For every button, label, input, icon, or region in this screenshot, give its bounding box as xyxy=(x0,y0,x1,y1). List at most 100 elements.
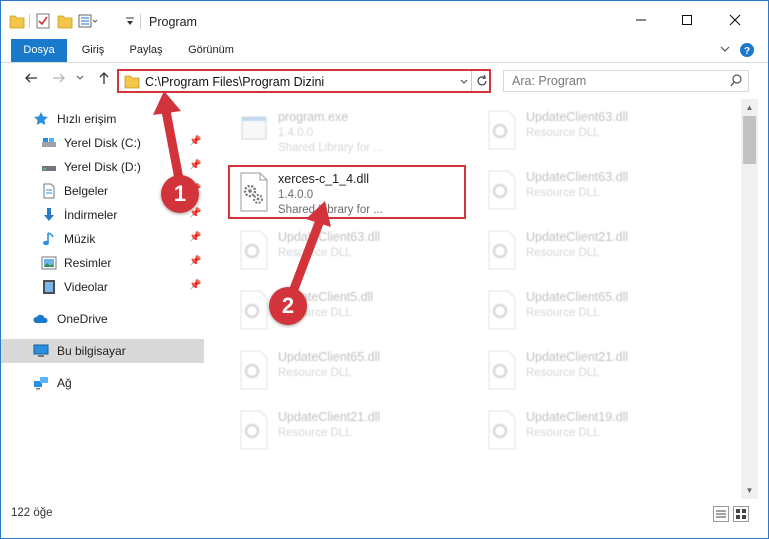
nav-item-videos[interactable]: Videolar 📌 xyxy=(1,275,204,299)
expand-ribbon-icon[interactable] xyxy=(719,43,731,57)
file-item[interactable]: UpdateClient63.dll Resource DLL xyxy=(230,225,468,279)
file-type: Resource DLL xyxy=(526,367,600,379)
file-item[interactable]: UpdateClient63.dll Resource DLL xyxy=(478,105,716,159)
nav-item-label: Resimler xyxy=(64,256,112,270)
new-folder-icon[interactable] xyxy=(57,12,73,30)
title-separator xyxy=(140,14,141,29)
ribbon: Dosya Giriş Paylaş Görünüm ? xyxy=(1,39,768,63)
address-dropdown[interactable] xyxy=(457,73,471,91)
nav-item-label: Yerel Disk (C:) xyxy=(64,136,141,150)
close-icon xyxy=(729,14,741,26)
dll-file-icon xyxy=(240,290,268,330)
pin-icon: 📌 xyxy=(189,208,202,219)
back-button[interactable] xyxy=(21,71,41,91)
tab-share[interactable]: Paylaş xyxy=(123,39,169,62)
file-name: UpdateClient21.dll xyxy=(278,410,381,424)
recent-locations-button[interactable] xyxy=(73,71,87,91)
minimize-icon xyxy=(636,19,646,21)
step1-badge: 1 xyxy=(161,175,199,213)
computer-icon xyxy=(33,344,49,357)
file-item[interactable]: UpdateClient19.dll Resource DLL xyxy=(478,405,716,459)
file-item[interactable]: UpdateClient63.dll Resource DLL xyxy=(478,165,716,219)
file-item[interactable]: UpdateClient21.dll Resource DLL xyxy=(230,405,468,459)
step2-badge: 2 xyxy=(269,287,307,325)
nav-quick-access-label: Hızlı erişim xyxy=(57,112,117,126)
dll-file-icon xyxy=(240,172,268,212)
details-view-button[interactable] xyxy=(713,506,729,522)
file-name: xerces-c_1_4.dll xyxy=(278,172,370,186)
pin-icon: 📌 xyxy=(189,160,202,171)
file-type: Resource DLL xyxy=(278,367,352,379)
address-row: C:\Program Files\Program Dizini Ara: Pro… xyxy=(1,63,768,99)
large-icons-view-button[interactable] xyxy=(733,506,749,522)
scroll-thumb[interactable] xyxy=(743,116,756,164)
file-item[interactable]: UpdateClient5.dll Resource DLL xyxy=(230,285,468,339)
refresh-button[interactable] xyxy=(471,71,491,91)
chevron-down-icon xyxy=(460,79,468,84)
file-type: Resource DLL xyxy=(526,427,600,439)
cloud-icon xyxy=(33,314,48,323)
network-icon xyxy=(34,377,48,390)
file-version: 1.4.0.0 xyxy=(278,127,314,139)
file-name: UpdateClient21.dll xyxy=(526,230,629,244)
maximize-icon xyxy=(682,15,692,25)
drive-icon xyxy=(42,166,56,171)
view-options-icon[interactable] xyxy=(78,12,98,30)
file-name: program.exe xyxy=(278,110,349,124)
file-item[interactable]: UpdateClient65.dll Resource DLL xyxy=(230,345,468,399)
dll-file-icon xyxy=(488,170,516,210)
nav-item-music[interactable]: Müzik 📌 xyxy=(1,227,204,251)
explorer-window: Program Dosya Giriş Paylaş Görünüm ? C:\… xyxy=(0,0,769,539)
pin-icon: 📌 xyxy=(189,280,202,291)
nav-this-pc-label: Bu bilgisayar xyxy=(57,344,126,358)
scroll-down-button[interactable]: ▼ xyxy=(741,482,758,499)
maximize-button[interactable] xyxy=(664,1,710,39)
video-icon xyxy=(43,280,55,294)
search-input[interactable]: Ara: Program xyxy=(503,70,749,92)
chevron-down-icon xyxy=(76,75,84,80)
up-button[interactable] xyxy=(94,71,114,91)
dll-file-icon xyxy=(488,290,516,330)
help-icon[interactable]: ? xyxy=(739,42,755,58)
file-item-xerces-dll[interactable]: xerces-c_1_4.dll 1.4.0.0 Shared Library … xyxy=(228,165,466,219)
file-item[interactable]: UpdateClient21.dll Resource DLL xyxy=(478,225,716,279)
pin-icon: 📌 xyxy=(189,256,202,267)
file-name: UpdateClient65.dll xyxy=(526,290,629,304)
large-icons-view-icon xyxy=(736,509,746,519)
address-bar[interactable]: C:\Program Files\Program Dizini xyxy=(117,69,491,93)
dll-file-icon xyxy=(240,410,268,450)
refresh-icon xyxy=(476,74,487,86)
back-arrow-icon xyxy=(25,73,37,83)
tab-home[interactable]: Giriş xyxy=(73,39,113,62)
nav-item-label: Belgeler xyxy=(64,184,109,198)
qa-separator xyxy=(29,14,30,28)
minimize-button[interactable] xyxy=(618,1,664,39)
vertical-scrollbar[interactable]: ▲ ▼ xyxy=(741,99,758,499)
nav-network[interactable]: Ağ xyxy=(1,371,204,395)
properties-icon[interactable] xyxy=(35,12,51,30)
dll-file-icon xyxy=(488,350,516,390)
nav-item-label: Yerel Disk (D:) xyxy=(64,160,141,174)
file-item[interactable]: UpdateClient21.dll Resource DLL xyxy=(478,345,716,399)
scroll-up-button[interactable]: ▲ xyxy=(741,99,758,116)
file-type: Resource DLL xyxy=(278,427,352,439)
nav-item-local-disk-c[interactable]: Yerel Disk (C:) 📌 xyxy=(1,131,204,155)
nav-onedrive[interactable]: OneDrive xyxy=(1,307,204,331)
nav-quick-access[interactable]: Hızlı erişim xyxy=(1,107,204,131)
file-type: Resource DLL xyxy=(278,247,352,259)
svg-text:?: ? xyxy=(744,46,750,57)
nav-item-pictures[interactable]: Resimler 📌 xyxy=(1,251,204,275)
tab-file[interactable]: Dosya xyxy=(11,39,67,62)
file-item[interactable]: program.exe 1.4.0.0 Shared Library for .… xyxy=(230,105,468,159)
tab-view[interactable]: Görünüm xyxy=(179,39,243,62)
pictures-icon xyxy=(41,256,57,270)
customize-qa-icon[interactable] xyxy=(125,12,135,30)
file-item[interactable]: UpdateClient65.dll Resource DLL xyxy=(478,285,716,339)
file-description: Shared Library for ... xyxy=(278,142,383,154)
forward-button[interactable] xyxy=(49,71,69,91)
nav-this-pc[interactable]: Bu bilgisayar xyxy=(1,339,204,363)
close-button[interactable] xyxy=(712,1,758,39)
pin-icon: 📌 xyxy=(189,232,202,243)
window-title: Program xyxy=(149,15,197,29)
up-arrow-icon xyxy=(99,72,109,84)
